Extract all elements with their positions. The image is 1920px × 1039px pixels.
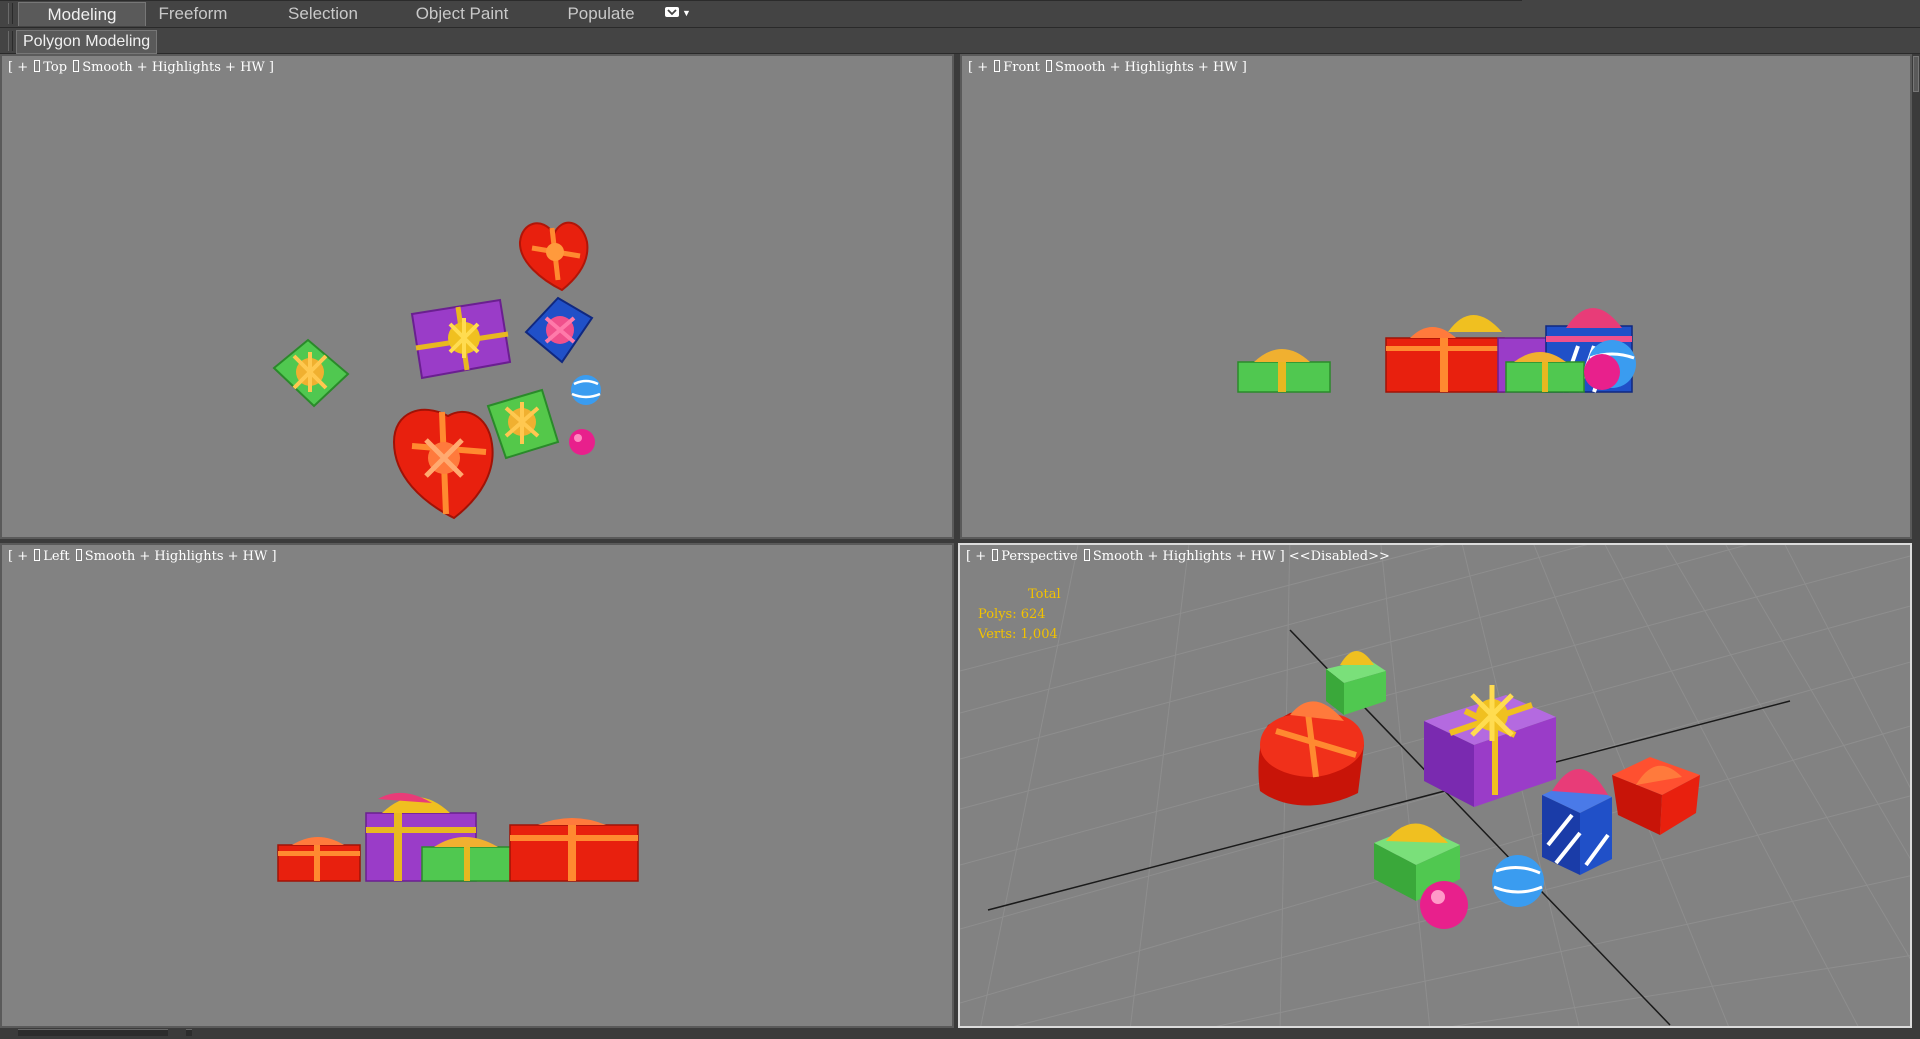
heart-gift-large-top[interactable]	[392, 408, 494, 520]
green-gift-top-center[interactable]	[486, 388, 560, 460]
ribbon: Modeling Freeform Selection Object Paint…	[0, 0, 1920, 28]
ribbon-options-glyph	[665, 7, 679, 17]
viewport-label-front[interactable]: [ + Front Smooth + Highlights + HW ]	[968, 59, 1247, 75]
top-scene	[272, 221, 601, 520]
stats-polys-row: Polys: 624	[978, 605, 1061, 625]
viewport-label-left[interactable]: [ + Left Smooth + Highlights + HW ]	[8, 548, 277, 564]
red-gift-front[interactable]	[1385, 327, 1505, 393]
blue-gift-top[interactable]	[524, 296, 594, 364]
green-gift-front[interactable]	[1237, 349, 1331, 393]
blue-gift-perspective[interactable]	[1542, 768, 1612, 875]
ribbon-top-divider	[0, 0, 1522, 1]
tab-object-paint[interactable]: Object Paint	[410, 2, 514, 26]
purple-gift-top[interactable]	[410, 298, 512, 380]
tab-modeling[interactable]: Modeling	[18, 2, 146, 26]
green-gift-back[interactable]	[1326, 651, 1386, 715]
viewport-shading-mode[interactable]: Smooth + Highlights + HW	[82, 60, 265, 75]
left-scene	[277, 792, 639, 882]
viewport-disabled-flag: <<Disabled>>	[1288, 549, 1390, 564]
green-gift-top-left[interactable]	[272, 338, 350, 408]
tab-selection[interactable]: Selection	[282, 2, 364, 26]
polygon-modeling-panel-button[interactable]: Polygon Modeling	[16, 30, 158, 54]
viewport-view-name[interactable]: Front	[1003, 60, 1040, 75]
viewport-statistics: Total Polys: 624 Verts: 1,004	[978, 585, 1061, 645]
viewport-shading-mode[interactable]: Smooth + Highlights + HW	[1093, 549, 1276, 564]
panel-grip[interactable]	[8, 31, 13, 51]
stats-polys-value: 624	[1020, 607, 1046, 622]
viewport-view-name[interactable]: Top	[43, 60, 67, 75]
chevron-down-icon: ▼	[682, 8, 691, 18]
perspective-scene	[960, 545, 1910, 1026]
viewport-shading-mode[interactable]: Smooth + Highlights + HW	[1055, 60, 1238, 75]
purple-gift-perspective[interactable]	[1424, 685, 1556, 807]
front-scene	[1237, 308, 1636, 393]
scrollbar-thumb[interactable]	[1913, 56, 1919, 92]
pink-ornament-top[interactable]	[569, 429, 595, 455]
tab-populate[interactable]: Populate	[560, 2, 642, 26]
red-gift-perspective-right[interactable]	[1612, 757, 1700, 835]
viewport-left[interactable]: [ + Left Smooth + Highlights + HW ]	[0, 543, 954, 1028]
viewport-label-perspective[interactable]: [ + Perspective Smooth + Highlights + HW…	[966, 548, 1390, 564]
viewport-view-name[interactable]: Left	[43, 549, 69, 564]
red-gift-small-left[interactable]	[277, 837, 361, 882]
right-scrollbar[interactable]	[1912, 54, 1920, 1039]
viewport-label-top[interactable]: [ + Top Smooth + Highlights + HW ]	[8, 59, 274, 75]
viewport-top[interactable]: [ + Top Smooth + Highlights + HW ]	[0, 54, 954, 539]
red-gift-large-left[interactable]	[509, 818, 639, 882]
stats-verts-value: 1,004	[1020, 627, 1058, 642]
ribbon-panel-bar: Polygon Modeling	[0, 28, 1920, 54]
viewport-shading-mode[interactable]: Smooth + Highlights + HW	[85, 549, 268, 564]
ribbon-options-icon[interactable]: ▼	[664, 4, 704, 24]
ribbon-grip[interactable]	[8, 3, 13, 24]
blue-ornament-top[interactable]	[571, 375, 601, 405]
viewport-view-name[interactable]: Perspective	[1001, 549, 1077, 564]
stats-title: Total	[1028, 587, 1061, 602]
heart-gift-top[interactable]	[518, 221, 589, 292]
stats-polys-label: Polys:	[978, 607, 1017, 622]
stats-verts-label: Verts:	[978, 627, 1017, 642]
tab-freeform[interactable]: Freeform	[152, 2, 234, 26]
stats-verts-row: Verts: 1,004	[978, 625, 1061, 645]
viewport-perspective[interactable]: [ + Perspective Smooth + Highlights + HW…	[958, 543, 1912, 1028]
heart-gift-perspective[interactable]	[1258, 701, 1364, 806]
bottom-toolbar-edge	[0, 1028, 1920, 1036]
viewport-front[interactable]: [ + Front Smooth + Highlights + HW ]	[960, 54, 1912, 539]
